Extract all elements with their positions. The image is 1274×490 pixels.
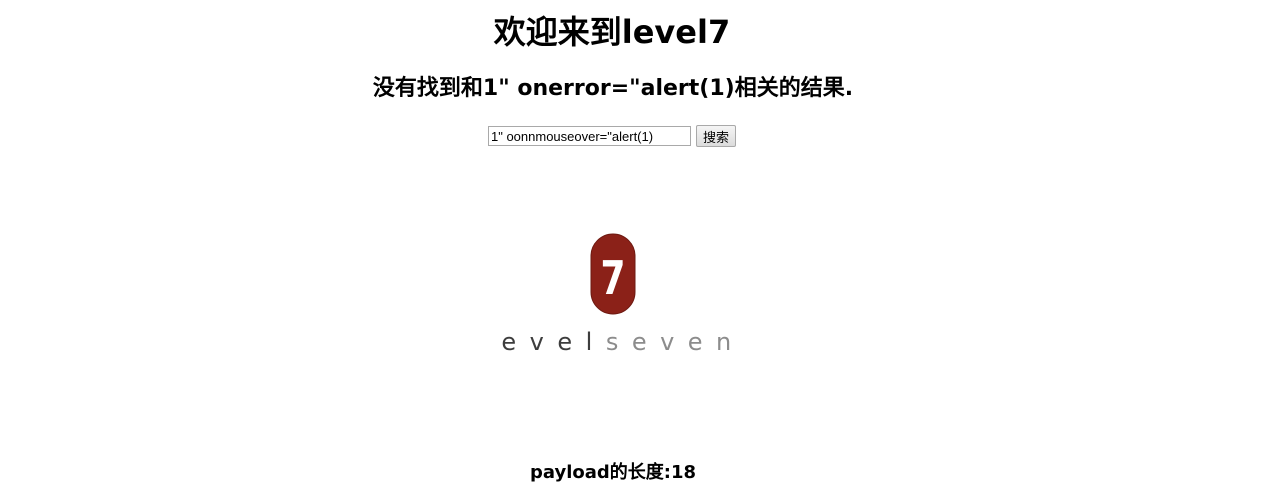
search-form: 搜索 (488, 125, 737, 147)
payload-length: payload的长度:18 (529, 462, 697, 483)
logo-wordmark: levelseven (490, 328, 736, 356)
search-button[interactable]: 搜索 (696, 125, 737, 147)
search-input[interactable] (488, 126, 691, 146)
page-title: 欢迎来到level7 (493, 13, 731, 51)
logo-wordmark-seven: seven (606, 328, 736, 356)
levelseven-logo: 7 levelseven (490, 233, 736, 356)
logo-wordmark-level: level (490, 328, 606, 356)
result-message: 没有找到和1" onerror="alert(1)相关的结果. (372, 76, 854, 101)
logo-badge-number: 7 (601, 252, 626, 306)
